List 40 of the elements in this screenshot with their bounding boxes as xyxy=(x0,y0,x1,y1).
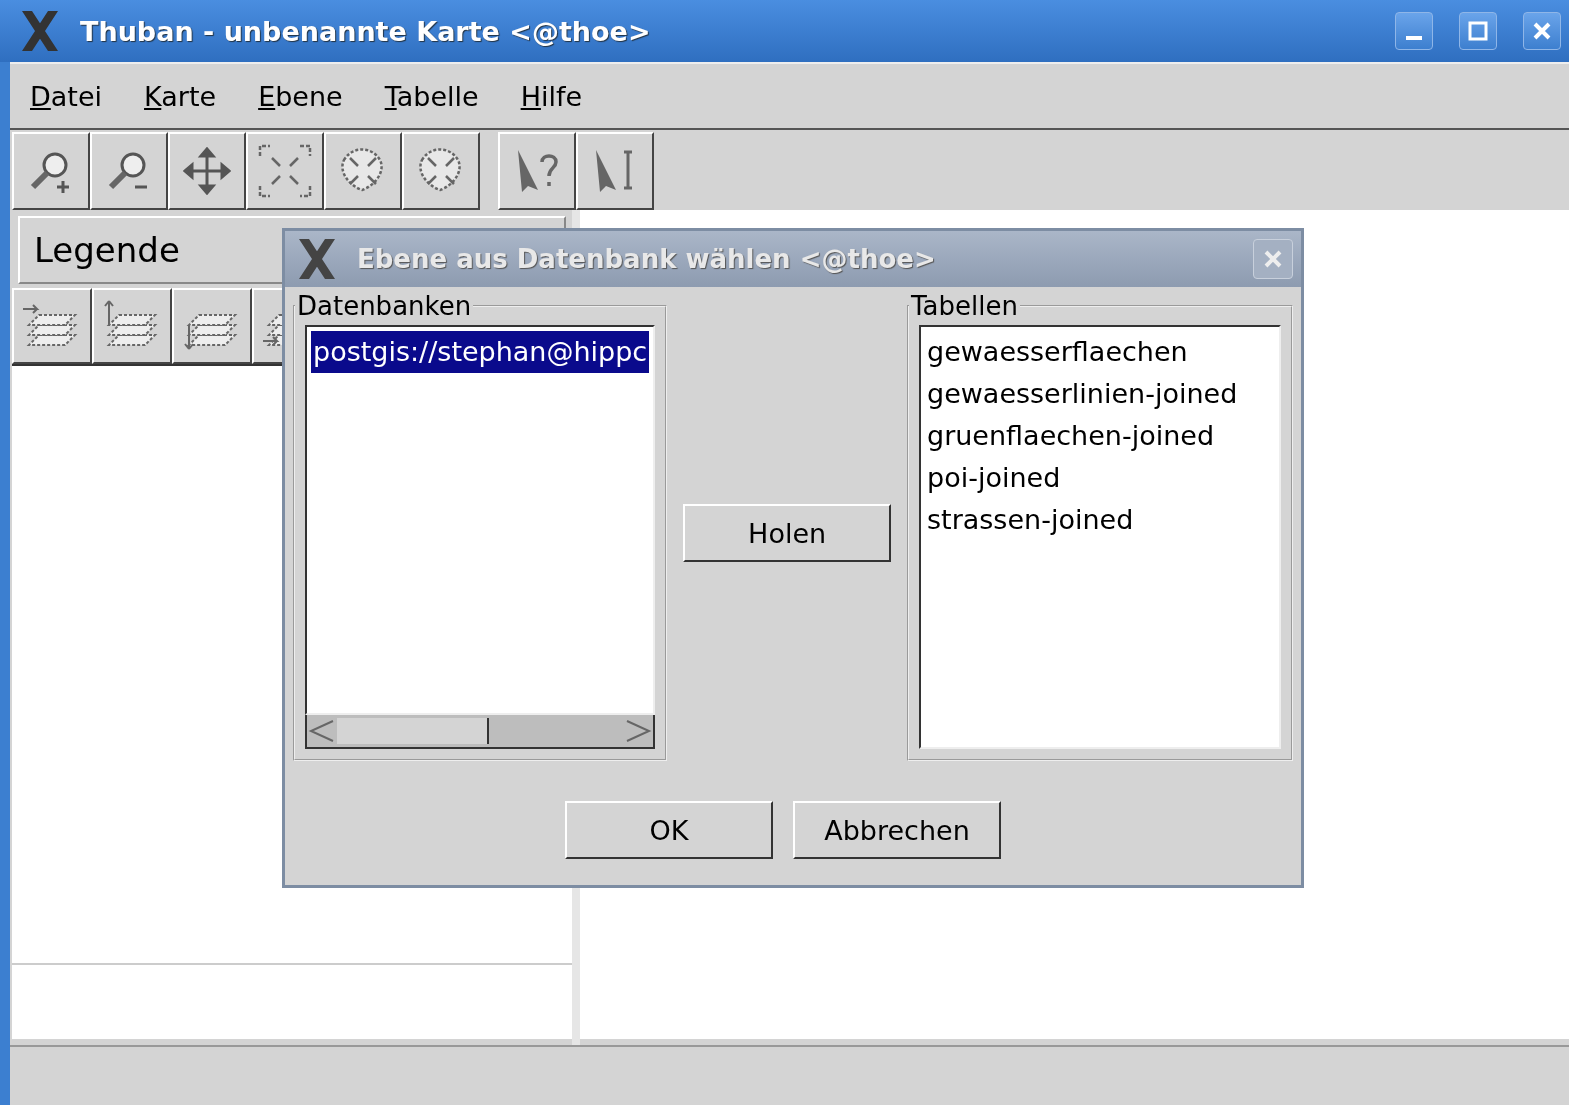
list-item[interactable]: gewaesserflaechen xyxy=(925,331,1275,373)
label-button[interactable] xyxy=(576,132,654,210)
minimize-icon xyxy=(1406,36,1422,40)
move-layer-down-button[interactable] xyxy=(172,288,252,364)
selection-extent-button[interactable] xyxy=(402,132,480,210)
list-item[interactable]: postgis://stephan@hippc xyxy=(311,331,650,373)
menu-item[interactable]: Datei xyxy=(30,80,103,112)
full-extent-icon xyxy=(256,142,314,200)
dialog-title: Ebene aus Datenbank wählen <@thoe> xyxy=(357,244,937,274)
maximize-button[interactable] xyxy=(1459,12,1497,50)
fetch-button[interactable]: Holen xyxy=(683,504,892,562)
horizontal-scrollbar[interactable] xyxy=(305,715,656,749)
legend-title: Legende xyxy=(34,230,180,270)
menu-item[interactable]: Karte xyxy=(144,80,217,112)
full-extent-button[interactable] xyxy=(246,132,324,210)
list-item[interactable]: poi-joined xyxy=(925,457,1275,499)
layer-extent-button[interactable] xyxy=(324,132,402,210)
cancel-button[interactable]: Abbrechen xyxy=(793,801,1001,859)
move-layer-up-button[interactable] xyxy=(92,288,172,364)
maximize-icon xyxy=(1467,20,1489,42)
close-icon xyxy=(1262,248,1284,270)
move-arrows-button[interactable] xyxy=(168,132,246,210)
raise-layer-button[interactable] xyxy=(12,288,92,364)
move-arrows-icon xyxy=(183,147,231,195)
zoom-out-button[interactable] xyxy=(90,132,168,210)
group-label: Datenbanken xyxy=(296,291,473,321)
group-label: Tabellen xyxy=(910,291,1019,321)
minimize-button[interactable] xyxy=(1395,12,1433,50)
ok-button[interactable]: OK xyxy=(565,801,773,859)
identify-button[interactable] xyxy=(498,132,576,210)
close-button[interactable] xyxy=(1523,12,1561,50)
menu-item[interactable]: Tabelle xyxy=(384,80,479,112)
list-item[interactable]: gewaesserlinien-joined xyxy=(925,373,1275,415)
zoom-in-button[interactable] xyxy=(12,132,90,210)
menu-item[interactable]: Ebene xyxy=(258,80,343,112)
window-title: Thuban - unbenannte Karte <@thoe> xyxy=(80,15,652,47)
close-icon xyxy=(1531,20,1553,42)
menu-item[interactable]: Hilfe xyxy=(520,80,583,112)
list-item[interactable]: strassen-joined xyxy=(925,499,1275,541)
list-item[interactable]: gruenflaechen-joined xyxy=(925,415,1275,457)
